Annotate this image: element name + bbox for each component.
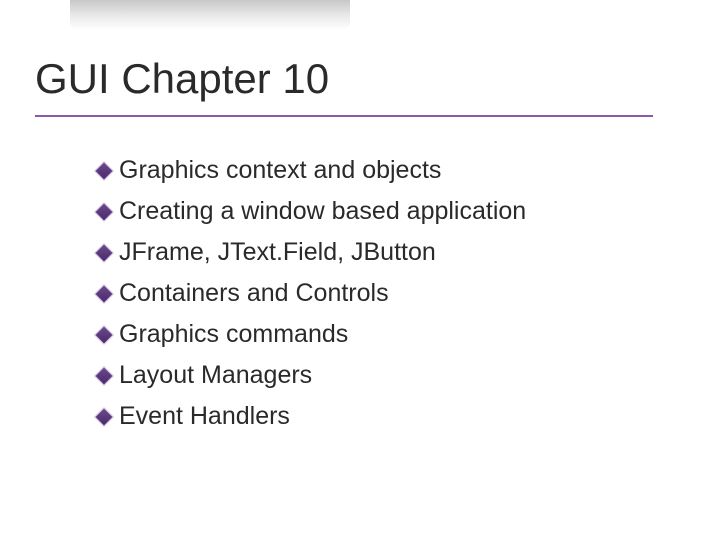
list-item: Event Handlers	[97, 399, 685, 434]
diamond-bullet-icon	[97, 410, 111, 424]
list-item: JFrame, JText.Field, JButton	[97, 235, 685, 270]
list-item: Graphics context and objects	[97, 153, 685, 188]
list-item: Creating a window based application	[97, 194, 685, 229]
bullet-text: Creating a window based application	[119, 194, 526, 229]
diamond-bullet-icon	[97, 246, 111, 260]
title-underline	[35, 115, 653, 117]
bullet-list: Graphics context and objects Creating a …	[35, 153, 685, 434]
slide-title: GUI Chapter 10	[35, 55, 685, 103]
diamond-bullet-icon	[97, 328, 111, 342]
bullet-text: Graphics commands	[119, 317, 348, 352]
diamond-bullet-icon	[97, 164, 111, 178]
bullet-text: Event Handlers	[119, 399, 290, 434]
bullet-text: JFrame, JText.Field, JButton	[119, 235, 436, 270]
bullet-text: Graphics context and objects	[119, 153, 441, 188]
diamond-bullet-icon	[97, 369, 111, 383]
bullet-text: Layout Managers	[119, 358, 312, 393]
bullet-text: Containers and Controls	[119, 276, 389, 311]
list-item: Layout Managers	[97, 358, 685, 393]
diamond-bullet-icon	[97, 287, 111, 301]
slide-container: GUI Chapter 10 Graphics context and obje…	[0, 0, 720, 434]
slide-top-shadow	[70, 0, 350, 30]
list-item: Containers and Controls	[97, 276, 685, 311]
diamond-bullet-icon	[97, 205, 111, 219]
list-item: Graphics commands	[97, 317, 685, 352]
